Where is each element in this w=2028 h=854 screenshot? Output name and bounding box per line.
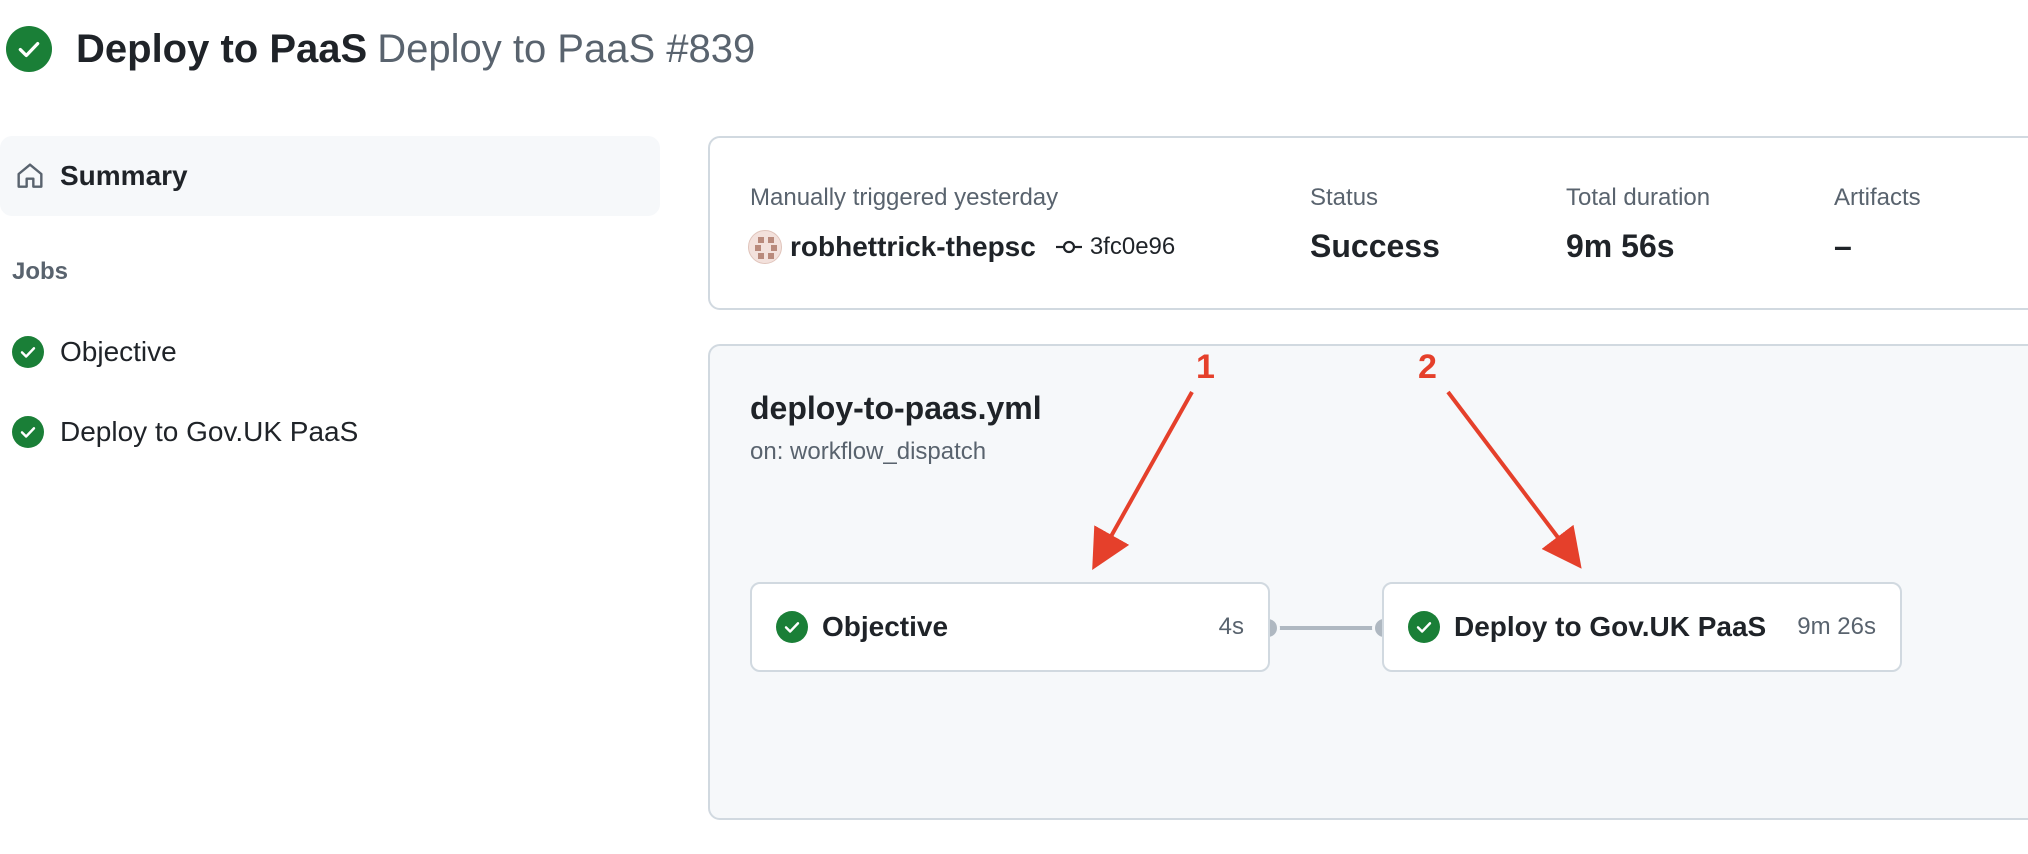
run-title: Deploy to PaaS #839 [377, 27, 756, 71]
check-circle-fill-icon [12, 416, 44, 448]
workflow-trigger: on: workflow_dispatch [750, 438, 987, 465]
sidebar-item-label: Summary [60, 160, 188, 191]
run-summary-card [708, 136, 2028, 310]
avatar[interactable] [748, 230, 782, 264]
job-node-objective[interactable]: Objective 4s [750, 582, 1270, 672]
status-label: Status [1310, 184, 1379, 211]
home-icon [17, 163, 43, 188]
workflow-name[interactable]: Deploy to PaaS [76, 27, 367, 71]
status-value: Success [1310, 228, 1440, 264]
check-circle-fill-icon [776, 611, 808, 643]
workflow-file-name[interactable]: deploy-to-paas.yml [750, 390, 1042, 427]
annotation-label-2: 2 [1418, 348, 1437, 386]
job-name: Objective [822, 611, 949, 642]
annotation-label-1: 1 [1196, 348, 1215, 386]
sidebar-item-objective[interactable]: Objective [12, 336, 177, 368]
check-circle-fill-icon [12, 336, 44, 368]
check-circle-fill-icon [1408, 611, 1440, 643]
job-duration: 9m 26s [1797, 613, 1876, 640]
duration-label: Total duration [1566, 184, 1711, 211]
page-title: Deploy to PaaS Deploy to PaaS #839 [76, 24, 755, 74]
run-header: Deploy to PaaS Deploy to PaaS #839 [6, 24, 755, 74]
job-connector [1270, 626, 1384, 630]
duration-value: 9m 56s [1566, 228, 1675, 264]
git-commit-icon [1055, 240, 1082, 254]
jobs-heading: Jobs [12, 258, 69, 285]
artifacts-value: – [1834, 228, 1852, 264]
check-circle-fill-icon [6, 26, 52, 72]
artifacts-label: Artifacts [1834, 184, 1921, 211]
sidebar-item-label: Deploy to Gov.UK PaaS [60, 416, 359, 447]
job-name: Deploy to Gov.UK PaaS [1454, 611, 1767, 642]
job-duration: 4s [1218, 613, 1244, 640]
commit-sha-link[interactable]: 3fc0e96 [1090, 233, 1175, 261]
job-node-deploy-to-govuk-paas[interactable]: Deploy to Gov.UK PaaS 9m 26s [1382, 582, 1902, 672]
sidebar-item-deploy-to-govuk-paas[interactable]: Deploy to Gov.UK PaaS [12, 416, 358, 448]
sidebar-item-summary[interactable]: Summary [0, 136, 660, 216]
trigger-label: Manually triggered yesterday [750, 184, 1059, 211]
actor-link[interactable]: robhettrick-thepsc [790, 231, 1036, 263]
sidebar-item-label: Objective [60, 336, 177, 367]
actor-row: robhettrick-thepsc 3fc0e96 [748, 230, 1175, 264]
